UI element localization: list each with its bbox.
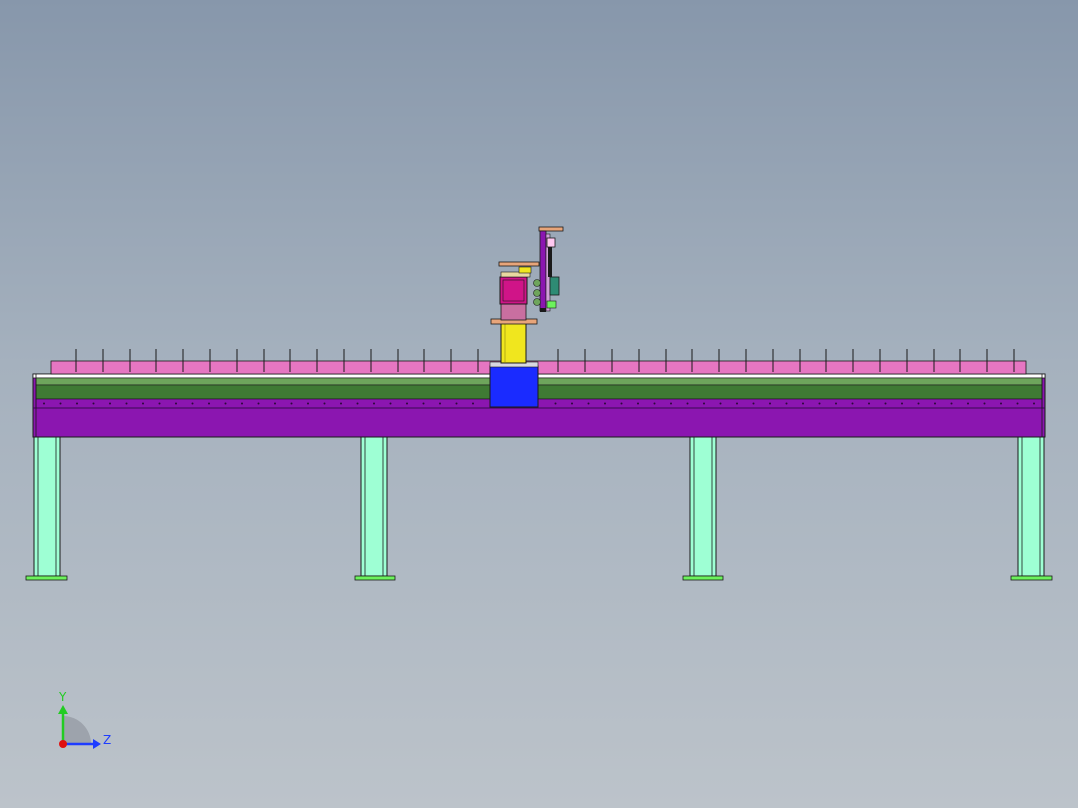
beam-bolt: [191, 402, 194, 405]
y-axis-label: Y: [58, 690, 67, 704]
beam-bolt: [340, 402, 342, 405]
beam-bolt: [637, 402, 639, 405]
beam-bolt: [455, 402, 458, 405]
beam-bolt: [59, 402, 62, 405]
gantry-model[interactable]: Y Z: [0, 0, 1078, 808]
beam-bolt: [389, 402, 392, 405]
triad-quadrant: [63, 716, 91, 744]
leg-2-foot: [354, 575, 396, 581]
cad-viewport[interactable]: Y Z: [0, 0, 1078, 808]
y-axis-arrow-icon: [58, 705, 68, 714]
vertical-slide[interactable]: [539, 230, 547, 312]
beam-bolt: [125, 402, 128, 405]
leg-4-foot: [1010, 575, 1053, 581]
beam-bolt: [1000, 402, 1002, 405]
leg-3[interactable]: [682, 436, 724, 581]
beam-bolt: [934, 402, 936, 405]
beam-bolt: [719, 402, 722, 405]
beam-bolt: [686, 402, 689, 405]
beam-top-flange: [32, 373, 1046, 379]
view-orientation-triad[interactable]: Y Z: [58, 690, 111, 749]
end-effector[interactable]: [533, 226, 564, 312]
beam-bolt: [109, 402, 111, 405]
carriage-block[interactable]: [489, 365, 539, 408]
beam-bolt: [472, 402, 474, 405]
leg-1[interactable]: [25, 436, 68, 581]
beam-bolt: [422, 402, 425, 405]
x-axis-dot-icon: [59, 740, 67, 748]
leg-3-foot: [682, 575, 724, 581]
beam-bolt: [868, 402, 870, 405]
support-legs: [25, 436, 1053, 581]
beam-bolt: [703, 402, 705, 405]
leg-1-foot: [25, 575, 68, 581]
beam-bolt: [653, 402, 656, 405]
beam-bolt: [769, 402, 771, 405]
beam-bolt: [884, 402, 887, 405]
gripper-block: [549, 276, 560, 296]
beam-bolt: [323, 402, 326, 405]
beam-bolt: [802, 402, 804, 405]
beam-bolt: [620, 402, 623, 405]
beam-bolt: [785, 402, 788, 405]
beam-bolt: [901, 402, 903, 405]
beam-bolt: [571, 402, 573, 405]
beam-bolt: [950, 402, 953, 405]
z-axis-arrow-icon: [93, 739, 101, 749]
beam-bolt: [983, 402, 986, 405]
beam-bolt: [76, 402, 78, 405]
beam-bolt: [356, 402, 359, 405]
beam-bolt: [835, 402, 837, 405]
beam-bolt: [439, 402, 441, 405]
beam-bolt: [307, 402, 309, 405]
beam-bolt: [818, 402, 821, 405]
beam-bolt: [752, 402, 755, 405]
beam-bolt: [670, 402, 672, 405]
beam-bolt: [208, 402, 210, 405]
beam-bolt: [274, 402, 276, 405]
beam-bolt: [736, 402, 738, 405]
beam-bolt: [241, 402, 243, 405]
beam-bolt: [373, 402, 375, 405]
beam-bolt: [92, 402, 95, 405]
beam-bolt: [917, 402, 920, 405]
beam-bolt: [554, 402, 557, 405]
z-axis-label: Z: [103, 733, 111, 747]
adapter-block: [500, 303, 527, 321]
beam-bolt: [175, 402, 177, 405]
beam-bolt: [290, 402, 293, 405]
leg-4[interactable]: [1010, 436, 1053, 581]
carriage-assembly[interactable]: [489, 261, 540, 408]
linear-rail: [35, 377, 1043, 386]
beam-bolt: [604, 402, 606, 405]
motor-box[interactable]: [499, 276, 528, 305]
main-beam[interactable]: [32, 373, 1046, 438]
beam-bolt: [1016, 402, 1019, 405]
beam-bolt: [158, 402, 161, 405]
beam-bolt-strip: [35, 398, 1043, 409]
beam-bolt: [1033, 402, 1035, 405]
rail-base: [35, 384, 1043, 400]
beam-bolt: [43, 402, 45, 405]
beam-bolt: [587, 402, 590, 405]
beam-bolt: [257, 402, 260, 405]
vertical-slide-top: [538, 226, 564, 232]
top-arm-plate: [498, 261, 540, 267]
beam-bolt: [851, 402, 854, 405]
beam-bolt: [406, 402, 408, 405]
beam-bolt: [142, 402, 144, 405]
beam-bolt: [967, 402, 969, 405]
leg-2[interactable]: [354, 436, 396, 581]
beam-bolt: [224, 402, 227, 405]
